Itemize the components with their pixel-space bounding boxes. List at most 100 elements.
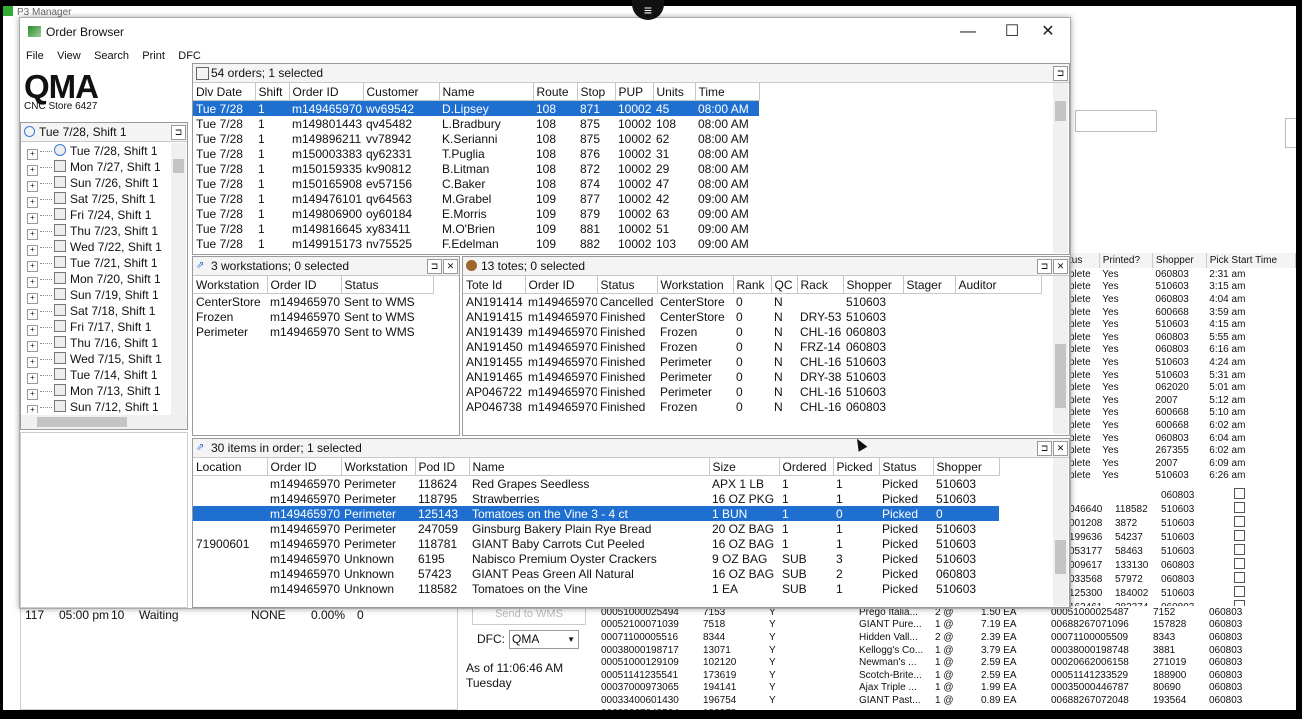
column-header[interactable]: Status bbox=[879, 458, 934, 476]
order-row[interactable]: Tue 7/28 1 m149896211 vv78942 K.Serianni 108 8… bbox=[193, 131, 759, 146]
order-row[interactable]: Tue 7/28 1 m150165908 ev57156 C.Baker 108 874 1… bbox=[193, 176, 759, 191]
column-header[interactable]: Status bbox=[341, 276, 434, 294]
pin-icon[interactable]: ⊐ bbox=[171, 125, 186, 140]
order-row[interactable]: Tue 7/28 1 m149915173 nv75525 F.Edelman 109 88… bbox=[193, 236, 759, 251]
item-row[interactable]: m149465970 Unknown 6195 Nabisco Premium Oys… bbox=[193, 551, 999, 566]
expand-icon[interactable]: + bbox=[27, 405, 38, 413]
column-header[interactable]: Pod ID bbox=[415, 458, 470, 476]
column-header[interactable]: Stop bbox=[577, 83, 616, 101]
orders-vertical-scrollbar[interactable] bbox=[1053, 83, 1068, 253]
tree-item[interactable]: + Tue 7/14, Shift 1 bbox=[21, 367, 171, 384]
column-header[interactable]: Auditor bbox=[955, 276, 1042, 294]
minimize-button[interactable]: — bbox=[946, 18, 990, 46]
column-header[interactable]: Dlv Date bbox=[193, 83, 256, 101]
tote-row[interactable]: AP046722 m149465970 Finished Perimeter 0 N CHL… bbox=[463, 384, 1041, 399]
item-row[interactable]: m149465970 Perimeter 247059 Ginsburg Bakery… bbox=[193, 521, 999, 536]
workstation-row[interactable]: CenterStore m149465970 Sent to WMS bbox=[193, 294, 433, 310]
tree-item[interactable]: + Mon 7/20, Shift 1 bbox=[21, 271, 171, 288]
dfc-select[interactable]: QMA ▼ bbox=[509, 630, 579, 649]
tote-row[interactable]: AN191415 m149465970 Finished CenterStore 0 N D… bbox=[463, 309, 1041, 324]
column-header[interactable]: Order ID bbox=[267, 276, 342, 294]
item-row[interactable]: m149465970 Perimeter 118795 Strawberries 16 … bbox=[193, 491, 999, 506]
tree-item[interactable]: + Fri 7/24, Shift 1 bbox=[21, 207, 171, 224]
pin-icon[interactable]: ⊐ bbox=[427, 259, 442, 274]
column-header[interactable]: Workstation bbox=[657, 276, 734, 294]
order-row[interactable]: Tue 7/28 1 m150159335 kv90812 B.Litman 108 872… bbox=[193, 161, 759, 176]
column-header[interactable]: Order ID bbox=[267, 458, 342, 476]
tree-item[interactable]: + Sat 7/18, Shift 1 bbox=[21, 303, 171, 320]
checkbox[interactable] bbox=[1234, 488, 1245, 499]
item-row[interactable]: m149465970 Perimeter 125143 Tomatoes on the… bbox=[193, 506, 999, 521]
close-icon[interactable]: ✕ bbox=[1053, 259, 1068, 274]
column-header[interactable]: Shift bbox=[255, 83, 290, 101]
tree-item[interactable]: + Tue 7/28, Shift 1 bbox=[21, 143, 171, 160]
column-header[interactable]: Ordered bbox=[779, 458, 834, 476]
scroll-thumb[interactable] bbox=[37, 417, 127, 427]
pin-icon[interactable]: ⊐ bbox=[1037, 259, 1052, 274]
column-header[interactable]: PUP bbox=[615, 83, 654, 101]
tree-item[interactable]: + Sun 7/12, Shift 1 bbox=[21, 399, 171, 413]
item-row[interactable]: m149465970 Unknown 57423 GIANT Peas Green A… bbox=[193, 566, 999, 581]
tree-item[interactable]: + Tue 7/21, Shift 1 bbox=[21, 255, 171, 272]
tree-item[interactable]: + Wed 7/22, Shift 1 bbox=[21, 239, 171, 256]
workstation-row[interactable]: Perimeter m149465970 Sent to WMS bbox=[193, 324, 433, 339]
checkbox-cell[interactable] bbox=[1204, 516, 1296, 530]
checkbox[interactable] bbox=[1234, 516, 1245, 527]
tote-row[interactable]: AP046738 m149465970 Finished Frozen 0 N CHL-16… bbox=[463, 399, 1041, 414]
tote-row[interactable]: AN191455 m149465970 Finished Perimeter 0 N CHL… bbox=[463, 354, 1041, 369]
column-header[interactable]: Order ID bbox=[289, 83, 364, 101]
tree-item[interactable]: + Fri 7/17, Shift 1 bbox=[21, 319, 171, 336]
order-row[interactable]: Tue 7/28 1 m149806900 oy60184 E.Morris 109 879… bbox=[193, 206, 759, 221]
tree-item[interactable]: + Sun 7/26, Shift 1 bbox=[21, 175, 171, 192]
column-header[interactable]: Shopper bbox=[933, 458, 1000, 476]
tote-row[interactable]: AN191414 m149465970 Cancelled CenterStore 0 N… bbox=[463, 294, 1041, 310]
column-header[interactable]: Shopper bbox=[843, 276, 904, 294]
order-row[interactable]: Tue 7/28 1 m150003383 qy62331 T.Puglia 108 876… bbox=[193, 146, 759, 161]
tree-item[interactable]: + Sat 7/25, Shift 1 bbox=[21, 191, 171, 208]
item-row[interactable]: 71900601 m149465970 Perimeter 118781 GIANT B… bbox=[193, 536, 999, 551]
column-header[interactable]: QC bbox=[771, 276, 798, 294]
scroll-thumb[interactable] bbox=[1055, 540, 1066, 574]
column-header[interactable]: Stager bbox=[903, 276, 956, 294]
close-button[interactable]: ✕ bbox=[1026, 18, 1070, 46]
checkbox[interactable] bbox=[1234, 544, 1245, 555]
tree-item[interactable]: + Thu 7/23, Shift 1 bbox=[21, 223, 171, 240]
close-icon[interactable]: ✕ bbox=[1053, 441, 1068, 456]
tote-row[interactable]: AN191465 m149465970 Finished Perimeter 0 N DRY… bbox=[463, 369, 1041, 384]
tote-row[interactable]: AN191439 m149465970 Finished Frozen 0 N CHL-16… bbox=[463, 324, 1041, 339]
checkbox-cell[interactable] bbox=[1204, 502, 1296, 516]
scroll-thumb[interactable] bbox=[173, 159, 184, 173]
column-header[interactable]: Status bbox=[597, 276, 658, 294]
workstation-row[interactable]: Frozen m149465970 Sent to WMS bbox=[193, 309, 433, 324]
pin-icon[interactable]: ⊐ bbox=[1053, 66, 1068, 81]
checkbox-cell[interactable] bbox=[1204, 544, 1296, 558]
item-row[interactable]: m149465970 Perimeter 118624 Red Grapes Seed… bbox=[193, 476, 999, 492]
checkbox-cell[interactable] bbox=[1204, 530, 1296, 544]
column-header[interactable]: Units bbox=[653, 83, 696, 101]
close-icon[interactable]: ✕ bbox=[443, 259, 458, 274]
menu-print[interactable]: Print bbox=[142, 47, 165, 65]
pin-icon[interactable]: ⊐ bbox=[1037, 441, 1052, 456]
checkbox-cell[interactable] bbox=[1204, 558, 1296, 572]
checkbox[interactable] bbox=[1234, 530, 1245, 541]
column-header[interactable]: Route bbox=[533, 83, 578, 101]
tree-horizontal-scrollbar[interactable] bbox=[21, 415, 187, 429]
menu-search[interactable]: Search bbox=[94, 47, 129, 65]
column-header[interactable]: Workstation bbox=[193, 276, 268, 294]
column-header[interactable]: Size bbox=[709, 458, 780, 476]
column-header[interactable]: Picked bbox=[833, 458, 880, 476]
column-header[interactable]: Time bbox=[695, 83, 760, 101]
checkbox[interactable] bbox=[1234, 572, 1245, 583]
column-header[interactable]: Name bbox=[439, 83, 534, 101]
scroll-thumb[interactable] bbox=[1055, 344, 1066, 408]
column-header[interactable]: Location bbox=[193, 458, 268, 476]
totes-vertical-scrollbar[interactable] bbox=[1053, 276, 1068, 434]
tree-item[interactable]: + Mon 7/13, Shift 1 bbox=[21, 383, 171, 400]
order-row[interactable]: Tue 7/28 1 m149801443 qv45482 L.Bradbury 108 8… bbox=[193, 116, 759, 131]
column-header[interactable]: Rack bbox=[797, 276, 844, 294]
tree-vertical-scrollbar[interactable] bbox=[171, 143, 186, 415]
tote-row[interactable]: AN191450 m149465970 Finished Frozen 0 N FRZ-14… bbox=[463, 339, 1041, 354]
checkbox-cell[interactable] bbox=[1204, 488, 1296, 502]
column-header[interactable]: Rank bbox=[733, 276, 772, 294]
column-header[interactable]: Customer bbox=[363, 83, 440, 101]
